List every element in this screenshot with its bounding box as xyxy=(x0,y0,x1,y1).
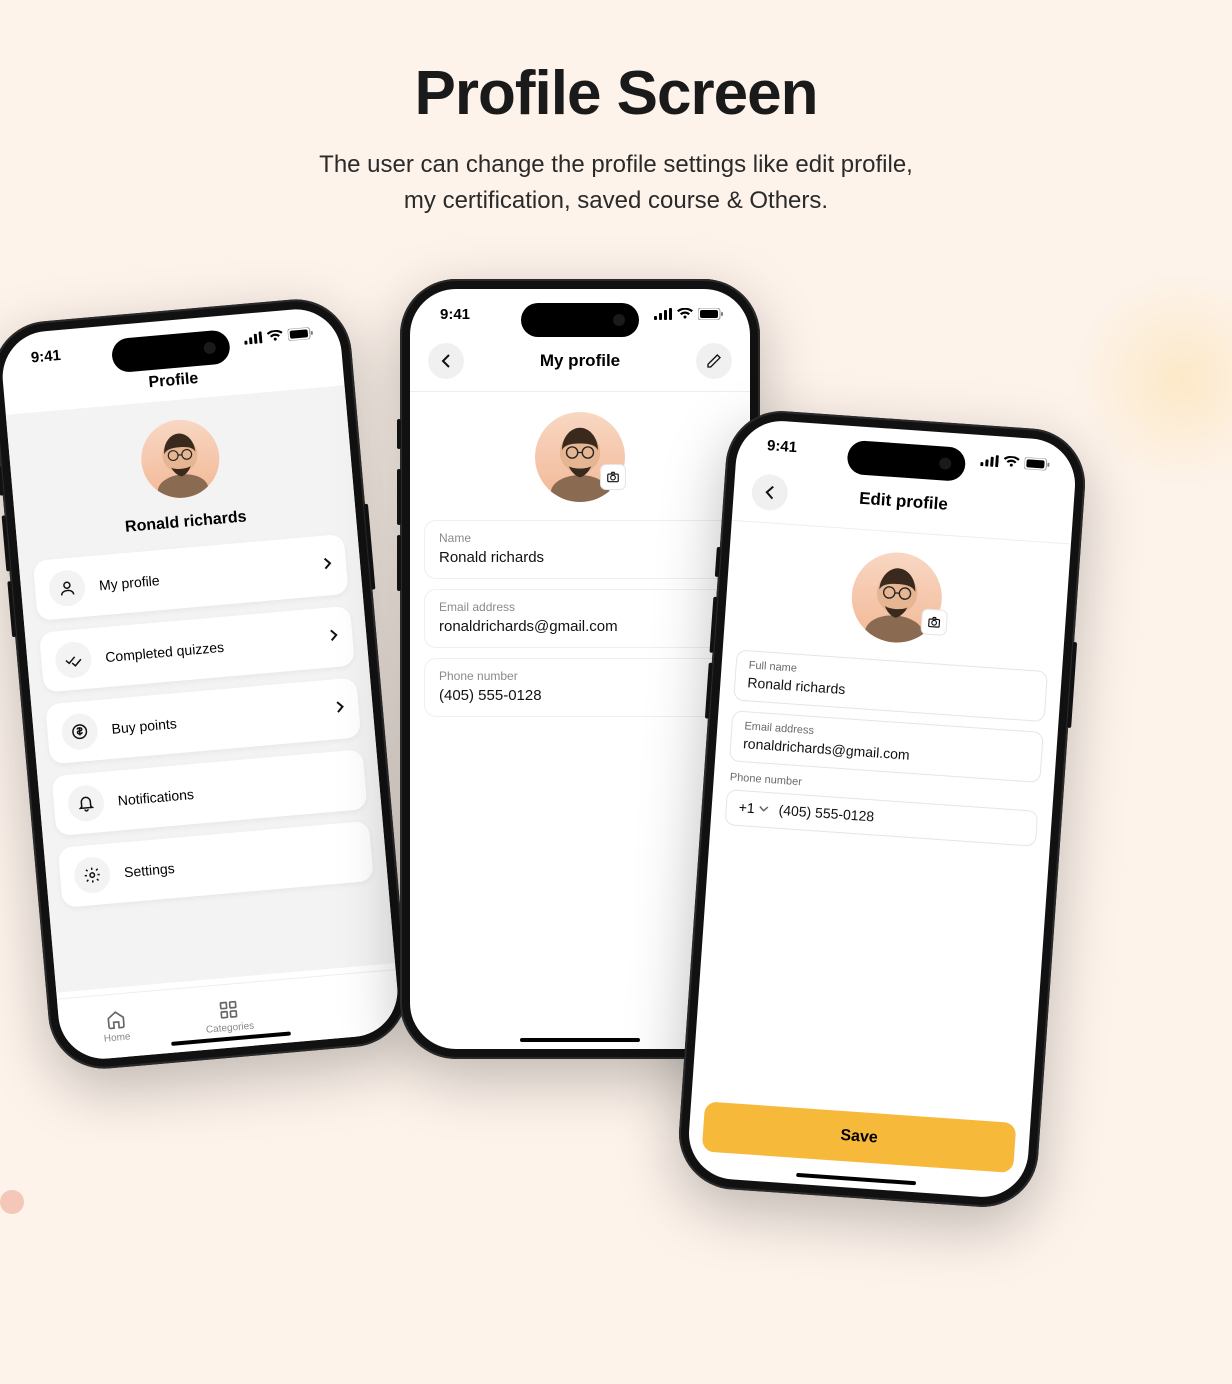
phone-edit-profile: 9:41 Edit profile Full name Ronald richa… xyxy=(675,407,1089,1210)
bell-icon xyxy=(66,784,105,823)
menu-label: Completed quizzes xyxy=(105,631,318,665)
chevron-down-icon xyxy=(759,805,769,812)
field-phone: Phone number (405) 555-0128 xyxy=(424,658,736,717)
field-label: Email address xyxy=(439,600,721,614)
menu-label: Settings xyxy=(123,844,358,880)
check-all-icon xyxy=(54,640,93,679)
menu-label: Notifications xyxy=(117,772,352,808)
back-button[interactable] xyxy=(428,343,464,379)
page-subtitle: The user can change the profile settings… xyxy=(0,147,1232,219)
country-code-value: +1 xyxy=(738,799,755,816)
menu-label: My profile xyxy=(98,559,311,593)
gear-icon xyxy=(73,856,112,895)
chevron-right-icon xyxy=(336,700,346,719)
camera-icon xyxy=(927,615,942,630)
subtitle-line2: my certification, saved course & Others. xyxy=(404,187,828,214)
menu-completed-quizzes[interactable]: Completed quizzes xyxy=(39,606,355,693)
status-icons xyxy=(654,308,724,320)
avatar[interactable] xyxy=(138,417,223,502)
wifi-icon xyxy=(1003,456,1020,469)
battery-icon xyxy=(287,327,314,341)
phone-profile-list: 9:41 Profile Ronald richards My profile xyxy=(0,295,412,1074)
chevron-right-icon xyxy=(330,628,340,647)
screen-title: My profile xyxy=(464,351,696,371)
coin-icon xyxy=(60,712,99,751)
signal-icon xyxy=(654,308,672,320)
battery-icon xyxy=(1024,457,1051,471)
status-icons xyxy=(980,454,1051,471)
tab-label: Categories xyxy=(205,1020,254,1035)
menu-notifications[interactable]: Notifications xyxy=(51,749,367,836)
signal-icon xyxy=(244,331,263,345)
camera-button[interactable] xyxy=(920,608,948,636)
field-label: Phone number xyxy=(439,669,721,683)
status-time: 9:41 xyxy=(30,346,61,366)
home-indicator[interactable] xyxy=(796,1173,916,1185)
edit-button[interactable] xyxy=(696,343,732,379)
status-time: 9:41 xyxy=(440,306,470,323)
home-indicator[interactable] xyxy=(520,1038,640,1042)
chevron-right-icon xyxy=(323,556,333,575)
field-name: Name Ronald richards xyxy=(424,520,736,579)
subtitle-line1: The user can change the profile settings… xyxy=(319,151,913,178)
pencil-icon xyxy=(706,353,722,369)
field-email: Email address ronaldrichards@gmail.com xyxy=(424,589,736,648)
field-value: Ronald richards xyxy=(439,549,721,566)
field-value: ronaldrichards@gmail.com xyxy=(439,618,721,635)
page-title: Profile Screen xyxy=(0,0,1232,129)
back-button[interactable] xyxy=(751,473,789,511)
wifi-icon xyxy=(266,329,283,342)
menu-buy-points[interactable]: Buy points xyxy=(45,677,361,764)
save-button[interactable]: Save xyxy=(702,1101,1017,1173)
menu-settings[interactable]: Settings xyxy=(58,821,374,908)
field-label: Name xyxy=(439,531,721,545)
input-value: (405) 555-0128 xyxy=(778,802,875,825)
notch xyxy=(521,303,639,337)
grid-icon xyxy=(218,998,240,1020)
menu-label: Buy points xyxy=(111,702,324,736)
status-time: 9:41 xyxy=(767,437,798,456)
screen-title: Edit profile xyxy=(787,484,1020,520)
tab-home[interactable]: Home xyxy=(57,990,175,1063)
field-value: (405) 555-0128 xyxy=(439,687,721,704)
country-code-selector[interactable]: +1 xyxy=(738,799,769,817)
person-icon xyxy=(48,569,87,608)
home-icon xyxy=(105,1008,127,1030)
camera-button[interactable] xyxy=(600,464,626,490)
fullname-field[interactable]: Full name Ronald richards xyxy=(733,649,1048,722)
battery-icon xyxy=(698,308,724,320)
camera-icon xyxy=(606,470,620,484)
tab-label: Home xyxy=(103,1031,131,1044)
wifi-icon xyxy=(677,308,693,320)
status-icons xyxy=(244,327,315,345)
email-field[interactable]: Email address ronaldrichards@gmail.com xyxy=(729,710,1044,783)
signal-icon xyxy=(980,454,999,467)
